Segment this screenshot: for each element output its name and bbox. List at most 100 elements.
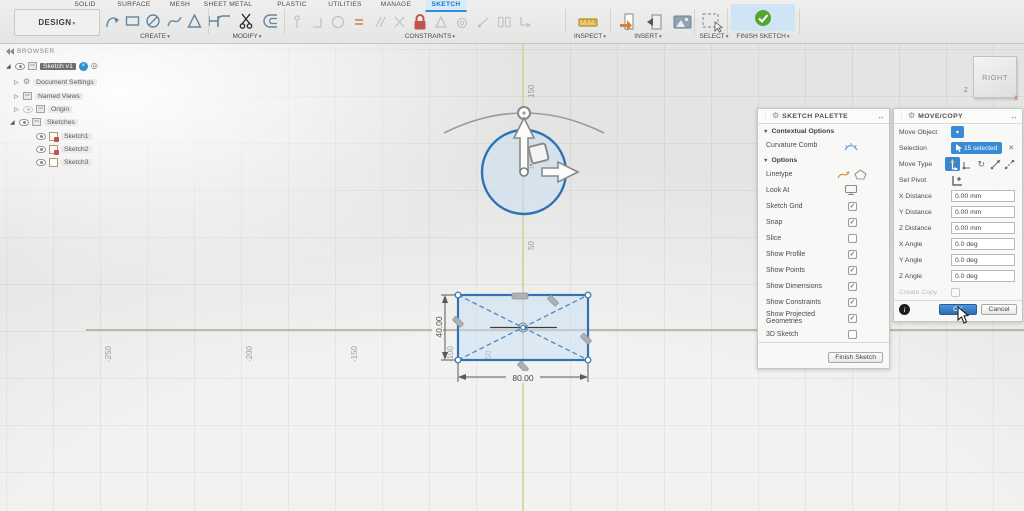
move-type-free-move-icon[interactable] xyxy=(945,157,959,171)
visibility-eye-icon[interactable] xyxy=(19,119,29,126)
fillet-tool-icon[interactable] xyxy=(214,11,234,31)
browser-item-sketches[interactable]: ◢ Sketches xyxy=(10,116,78,128)
look-at-row[interactable]: Look At xyxy=(758,182,889,198)
cancel-button[interactable]: Cancel xyxy=(981,304,1017,315)
tab-solid[interactable]: SOLID xyxy=(68,0,101,12)
tangent-constraint-icon[interactable] xyxy=(454,12,470,32)
select-tool-icon[interactable] xyxy=(700,11,726,35)
section-collapse-icon[interactable]: ▼ xyxy=(763,129,768,135)
visibility-eye-icon[interactable] xyxy=(36,146,46,153)
y-angle-input[interactable] xyxy=(951,254,1015,266)
dock-arrows-icon[interactable]: ↔ xyxy=(877,112,885,121)
circle-tool-icon[interactable] xyxy=(144,11,163,31)
symmetry-constraint-icon[interactable] xyxy=(434,12,448,32)
expand-triangle-icon[interactable]: ▷ xyxy=(14,79,20,86)
slice-checkbox[interactable] xyxy=(848,234,857,243)
create-group-label[interactable]: CREATE xyxy=(140,33,166,40)
canvas-image-icon[interactable] xyxy=(672,11,694,33)
3d-sketch-row[interactable]: 3D Sketch xyxy=(758,326,889,342)
constraints-group-label[interactable]: CONSTRAINTS xyxy=(405,33,452,40)
look-at-icon[interactable] xyxy=(844,184,858,196)
coincident-constraint-icon[interactable] xyxy=(290,12,304,32)
visibility-eye-icon[interactable] xyxy=(23,106,33,113)
design-menu-button[interactable]: DESIGN xyxy=(14,9,100,36)
dock-arrows-icon[interactable]: ↔ xyxy=(1010,112,1018,121)
finish-sketch-label[interactable]: FINISH SKETCH xyxy=(736,33,785,40)
finish-sketch-button[interactable] xyxy=(731,4,795,31)
move-copy-header[interactable]: ⋮ ⚙ MOVE/COPY ↔ xyxy=(894,109,1022,124)
show-dimensions-checkbox[interactable]: ✓ xyxy=(848,282,857,291)
slice-row[interactable]: Slice xyxy=(758,230,889,246)
show-constraints-checkbox[interactable]: ✓ xyxy=(848,298,857,307)
show-dimensions-row[interactable]: Show Dimensions ✓ xyxy=(758,278,889,294)
smooth-constraint-icon[interactable] xyxy=(476,12,490,32)
show-constraints-row[interactable]: Show Constraints ✓ xyxy=(758,294,889,310)
curvature-comb-row[interactable]: Curvature Comb xyxy=(758,137,889,153)
clear-selection-icon[interactable]: ✕ xyxy=(1008,144,1014,152)
visibility-eye-icon[interactable] xyxy=(15,63,25,70)
linetype-polygon-icon[interactable] xyxy=(854,169,867,180)
spline-tool-icon[interactable] xyxy=(166,11,183,31)
collinear-constraint-icon[interactable] xyxy=(310,12,324,32)
snap-row[interactable]: Snap ✓ xyxy=(758,214,889,230)
expand-triangle-icon[interactable]: ◢ xyxy=(10,119,16,126)
sketch-palette-header[interactable]: ⋮ ⚙ SKETCH PALETTE ↔ xyxy=(758,109,889,124)
3d-sketch-checkbox[interactable] xyxy=(848,330,857,339)
root-document-label[interactable]: Sketch v1 xyxy=(40,63,76,70)
curvature-comb-icon[interactable] xyxy=(843,140,859,151)
contextual-options-section[interactable]: ▼ Contextual Options xyxy=(758,124,889,137)
z-distance-input[interactable] xyxy=(951,222,1015,234)
options-section[interactable]: ▼ Options xyxy=(758,153,889,166)
linetype-spline-icon[interactable] xyxy=(836,169,851,180)
browser-root-row[interactable]: ◢ Sketch v1 × ◎ xyxy=(6,60,98,72)
viewcube[interactable]: RIGHT xyxy=(973,56,1017,98)
show-points-row[interactable]: Show Points ✓ xyxy=(758,262,889,278)
set-pivot-icon[interactable] xyxy=(951,174,964,187)
parallel-constraint-icon[interactable] xyxy=(372,12,386,32)
expand-triangle-icon[interactable]: ▷ xyxy=(14,93,20,100)
inspect-group-label[interactable]: INSPECT xyxy=(574,33,602,40)
browser-item-origin[interactable]: ▷ Origin xyxy=(14,103,72,115)
insert-derive-icon[interactable] xyxy=(618,11,638,33)
linetype-row[interactable]: Linetype xyxy=(758,166,889,182)
selection-chip[interactable]: 15 selected xyxy=(951,142,1002,154)
insert-group-label[interactable]: INSERT xyxy=(634,33,658,40)
trim-scissors-icon[interactable] xyxy=(237,11,257,31)
pattern-icon[interactable] xyxy=(496,12,512,32)
drag-grip-icon[interactable]: ⋮ xyxy=(898,112,905,120)
project-icon[interactable] xyxy=(518,12,532,32)
select-group-label[interactable]: SELECT xyxy=(699,33,724,40)
expand-triangle-icon[interactable]: ◢ xyxy=(6,63,12,70)
show-profile-row[interactable]: Show Profile ✓ xyxy=(758,246,889,262)
z-angle-input[interactable] xyxy=(951,270,1015,282)
insert-mesh-icon[interactable] xyxy=(645,11,665,33)
show-points-checkbox[interactable]: ✓ xyxy=(848,266,857,275)
show-projected-geometries-checkbox[interactable]: ✓ xyxy=(848,314,857,323)
measure-tool-icon[interactable] xyxy=(576,11,600,33)
show-projected-geometries-row[interactable]: Show Projected Geometries ✓ xyxy=(758,310,889,326)
perpendicular-constraint-icon[interactable] xyxy=(392,12,406,32)
sketch-grid-row[interactable]: Sketch Grid ✓ xyxy=(758,198,889,214)
move-object-dropdown[interactable]: ▾ xyxy=(951,126,964,138)
deactivate-icon[interactable]: × xyxy=(79,62,88,71)
y-distance-input[interactable] xyxy=(951,206,1015,218)
drag-grip-icon[interactable]: ⋮ xyxy=(762,112,769,120)
fix-constraint-lock-icon[interactable] xyxy=(412,11,428,33)
x-distance-input[interactable] xyxy=(951,190,1015,202)
snap-checkbox[interactable]: ✓ xyxy=(848,218,857,227)
visibility-eye-icon[interactable] xyxy=(36,133,46,140)
equal-constraint-icon[interactable] xyxy=(352,12,366,32)
section-collapse-icon[interactable]: ▼ xyxy=(763,158,768,164)
visibility-eye-icon[interactable] xyxy=(36,159,46,166)
browser-item-document-settings[interactable]: ▷ ⚙ Document Settings xyxy=(14,76,97,88)
sketch-grid-checkbox[interactable]: ✓ xyxy=(848,202,857,211)
expand-triangle-icon[interactable]: ▷ xyxy=(14,106,20,113)
move-type-point-to-position-icon[interactable] xyxy=(1003,157,1017,171)
line-tool-icon[interactable] xyxy=(104,11,121,31)
collapse-browser-icon[interactable] xyxy=(6,48,14,55)
browser-item-named-views[interactable]: ▷ Named Views xyxy=(14,90,83,102)
move-type-rotate-icon[interactable]: ↻ xyxy=(974,157,988,171)
browser-item-sketch2[interactable]: Sketch2 xyxy=(36,143,92,155)
modify-group-label[interactable]: MODIFY xyxy=(232,33,257,40)
palette-finish-sketch-button[interactable]: Finish Sketch xyxy=(828,352,883,363)
